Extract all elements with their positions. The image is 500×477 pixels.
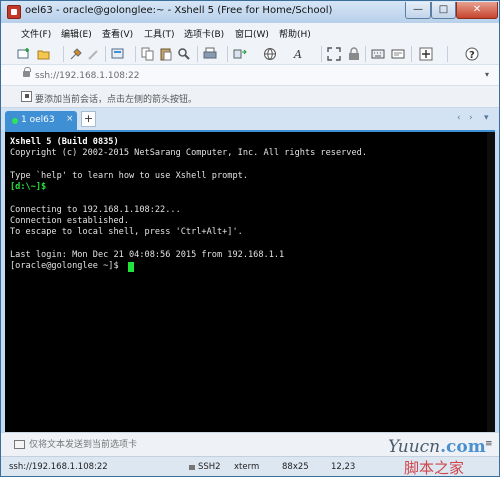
toolbar-separator bbox=[63, 46, 64, 62]
tab-bar: 1 oel63 × + ‹ › ▾ bbox=[1, 108, 499, 130]
terminal-line: [oracle@golonglee ~]$ bbox=[10, 261, 119, 271]
lock-icon[interactable] bbox=[347, 47, 361, 61]
toolbar-separator bbox=[321, 46, 322, 62]
toolbar-separator bbox=[365, 46, 366, 62]
close-button[interactable]: ✕ bbox=[456, 2, 498, 19]
terminal-line: Connection established. bbox=[10, 216, 129, 226]
minimize-button[interactable]: — bbox=[405, 2, 431, 19]
print-icon[interactable] bbox=[203, 47, 217, 61]
terminal-line: Copyright (c) 2002-2015 NetSarang Comput… bbox=[10, 148, 367, 158]
session-hint-bar: 要添加当前会话，点击左侧的箭头按钮。 bbox=[1, 86, 499, 108]
terminal-area[interactable]: Xshell 5 (Build 0835) Copyright (c) 2002… bbox=[5, 130, 495, 432]
status-protocol: SSH2 bbox=[198, 462, 221, 472]
tab-next-icon[interactable]: › bbox=[469, 113, 473, 123]
menu-tab[interactable]: 选项卡(B) bbox=[184, 27, 224, 40]
toolbar: A ? bbox=[1, 43, 499, 65]
status-address: ssh://192.168.1.108:22 bbox=[9, 462, 108, 472]
menu-bar: 文件(F) 编辑(E) 查看(V) 工具(T) 选项卡(B) 窗口(W) 帮助(… bbox=[1, 23, 499, 43]
toolbar-separator bbox=[105, 46, 106, 62]
add-icon[interactable] bbox=[419, 47, 433, 61]
svg-text:A: A bbox=[293, 48, 302, 61]
reconnect-icon[interactable] bbox=[87, 47, 101, 61]
address-dropdown-icon[interactable]: ▾ bbox=[485, 70, 489, 79]
connected-status-icon bbox=[12, 118, 18, 124]
keyboard-icon[interactable] bbox=[371, 47, 385, 61]
terminal-line: [d:\~]$ bbox=[10, 182, 47, 192]
menu-help[interactable]: 帮助(H) bbox=[279, 27, 311, 40]
terminal-scrollbar[interactable] bbox=[487, 132, 495, 432]
terminal-cursor bbox=[128, 262, 134, 272]
title-bar[interactable]: oel63 - oracle@golonglee:~ - Xshell 5 (F… bbox=[1, 1, 499, 23]
terminal-line: Type `help' to learn how to use Xshell p… bbox=[10, 171, 248, 181]
add-session-arrow-icon[interactable] bbox=[21, 91, 32, 102]
status-cursor-position: 12,23 bbox=[331, 462, 356, 472]
tab-label: 1 oel63 bbox=[21, 115, 55, 125]
disconnect-icon[interactable] bbox=[69, 47, 83, 61]
open-folder-icon[interactable] bbox=[37, 47, 51, 61]
watermark-site-name: 脚本之家 bbox=[404, 459, 465, 477]
compose-icon[interactable] bbox=[391, 47, 405, 61]
menu-window[interactable]: 窗口(W) bbox=[235, 27, 269, 40]
paste-icon[interactable] bbox=[159, 47, 173, 61]
compose-input[interactable] bbox=[29, 437, 329, 452]
toolbar-separator bbox=[197, 46, 198, 62]
new-session-icon[interactable] bbox=[17, 47, 31, 61]
globe-icon[interactable] bbox=[263, 47, 277, 61]
new-tab-button[interactable]: + bbox=[81, 111, 96, 127]
compose-menu-icon[interactable]: ≡ bbox=[485, 439, 493, 449]
ssh-lock-icon bbox=[189, 465, 195, 470]
xshell-app-icon[interactable] bbox=[7, 5, 21, 19]
menu-edit[interactable]: 编辑(E) bbox=[61, 27, 92, 40]
terminal-line: Connecting to 192.168.1.108:22... bbox=[10, 205, 181, 215]
watermark-logo: Yuucn.com bbox=[388, 437, 486, 457]
session-hint-text: 要添加当前会话，点击左侧的箭头按钮。 bbox=[35, 95, 198, 105]
terminal-line: Xshell 5 (Build 0835) bbox=[10, 137, 119, 147]
lock-icon bbox=[23, 67, 31, 77]
tab-menu-icon[interactable]: ▾ bbox=[484, 113, 489, 123]
terminal-line: Last login: Mon Dec 21 04:08:56 2015 fro… bbox=[10, 250, 285, 260]
menu-file[interactable]: 文件(F) bbox=[21, 27, 51, 40]
properties-icon[interactable] bbox=[111, 47, 125, 61]
xshell-window: oel63 - oracle@golonglee:~ - Xshell 5 (F… bbox=[0, 0, 500, 477]
tab-close-icon[interactable]: × bbox=[66, 114, 74, 124]
menu-view[interactable]: 查看(V) bbox=[102, 27, 133, 40]
toolbar-separator bbox=[135, 46, 136, 62]
tab-oel63[interactable]: 1 oel63 × bbox=[5, 111, 77, 130]
svg-text:?: ? bbox=[469, 50, 475, 61]
copy-icon[interactable] bbox=[141, 47, 155, 61]
help-icon[interactable]: ? bbox=[465, 47, 479, 61]
terminal-line: To escape to local shell, press 'Ctrl+Al… bbox=[10, 227, 243, 237]
compose-bar-icon bbox=[14, 440, 25, 449]
transfer-icon[interactable] bbox=[233, 47, 247, 61]
menu-tools[interactable]: 工具(T) bbox=[144, 27, 175, 40]
fullscreen-icon[interactable] bbox=[327, 47, 341, 61]
font-icon[interactable]: A bbox=[293, 47, 307, 61]
window-title: oel63 - oracle@golonglee:~ - Xshell 5 (F… bbox=[25, 5, 333, 16]
toolbar-separator bbox=[447, 46, 448, 62]
toolbar-separator bbox=[227, 46, 228, 62]
find-icon[interactable] bbox=[177, 47, 191, 61]
address-input[interactable] bbox=[35, 68, 475, 83]
maximize-button[interactable]: □ bbox=[431, 2, 456, 19]
address-bar: ▾ bbox=[1, 65, 499, 86]
status-terminal-type: xterm bbox=[234, 462, 260, 472]
toolbar-separator bbox=[411, 46, 412, 62]
status-size: 88x25 bbox=[282, 462, 309, 472]
tab-prev-icon[interactable]: ‹ bbox=[457, 113, 461, 123]
